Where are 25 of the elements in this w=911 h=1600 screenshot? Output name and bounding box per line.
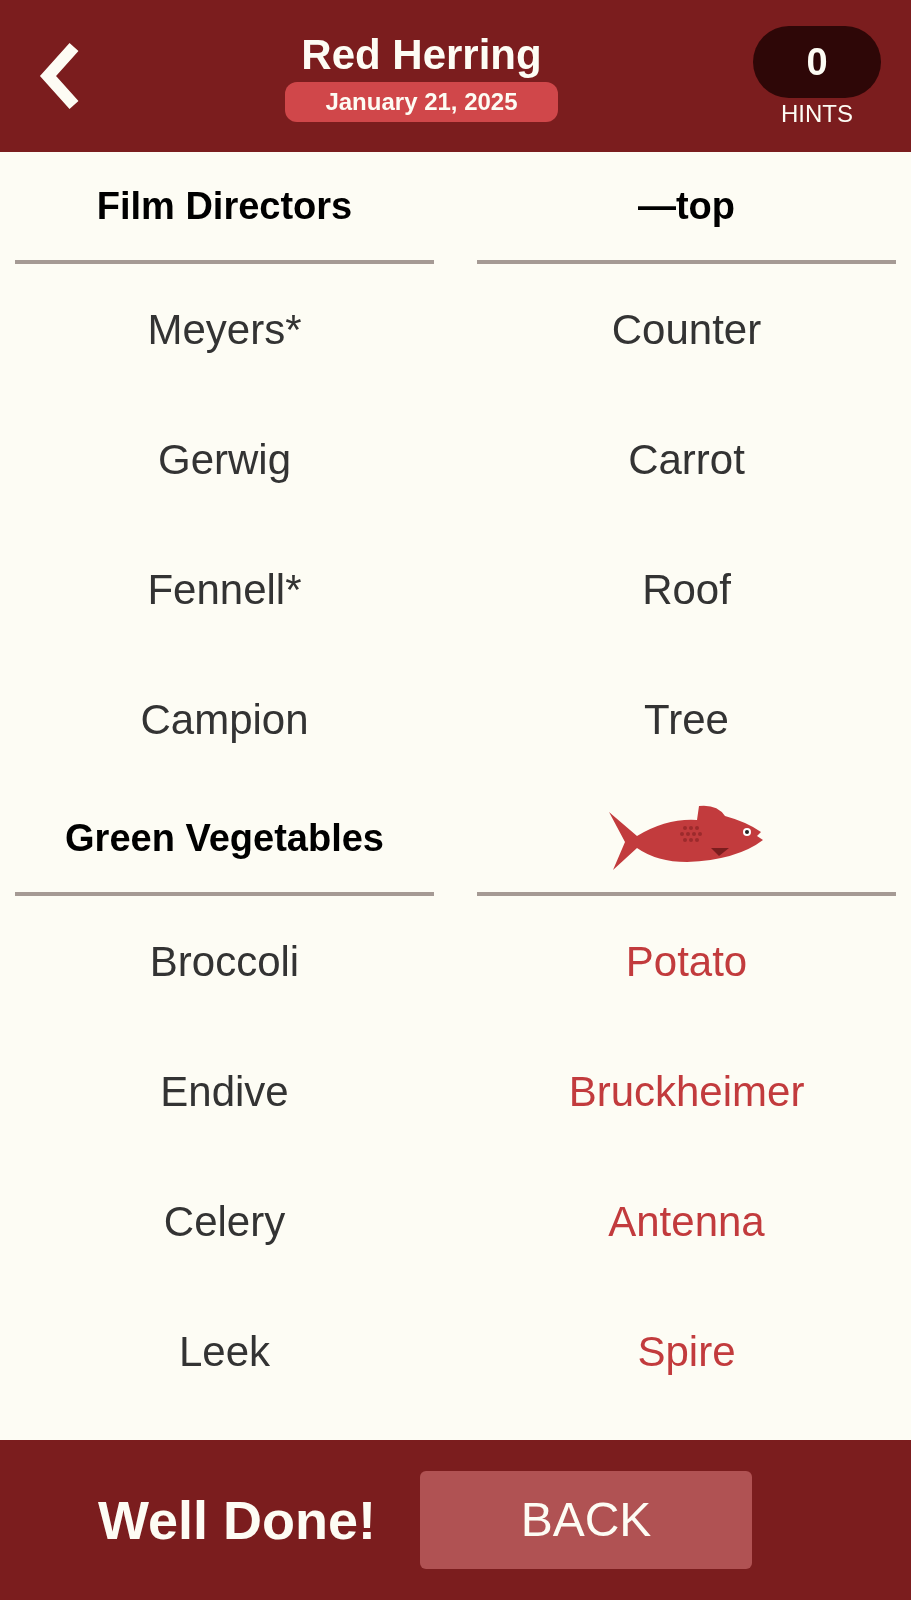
word-item[interactable]: Counter [611, 297, 762, 361]
word-item[interactable]: Leek [178, 1319, 271, 1383]
word-item[interactable]: Campion [140, 687, 309, 751]
word-item[interactable]: Endive [160, 1059, 289, 1123]
category-title: Green Vegetables [65, 815, 384, 861]
hints-label: HINTS [781, 102, 853, 126]
success-message: Well Done! [98, 1488, 376, 1552]
word-item[interactable]: Tree [644, 687, 729, 751]
word-item[interactable]: Spire [637, 1319, 736, 1383]
word-item[interactable]: Carrot [628, 427, 745, 491]
word-item[interactable]: Fennell* [147, 557, 302, 621]
word-item[interactable]: Celery [163, 1189, 286, 1253]
word-item[interactable]: Potato [625, 929, 748, 993]
category-title: Film Directors [96, 183, 353, 229]
game-title: Red Herring [301, 34, 542, 76]
hints-count: 0 [753, 26, 881, 98]
back-button[interactable]: BACK [420, 1471, 752, 1569]
word-item[interactable]: Broccoli [149, 929, 300, 993]
word-item[interactable]: Gerwig [157, 427, 291, 491]
word-item[interactable]: Roof [642, 557, 731, 621]
word-item[interactable]: Antenna [608, 1189, 765, 1253]
word-item[interactable]: Bruckheimer [568, 1059, 805, 1123]
category-title: —top [637, 183, 736, 229]
date-badge: January 21, 2025 [285, 82, 558, 122]
word-item[interactable]: Meyers* [147, 297, 302, 361]
